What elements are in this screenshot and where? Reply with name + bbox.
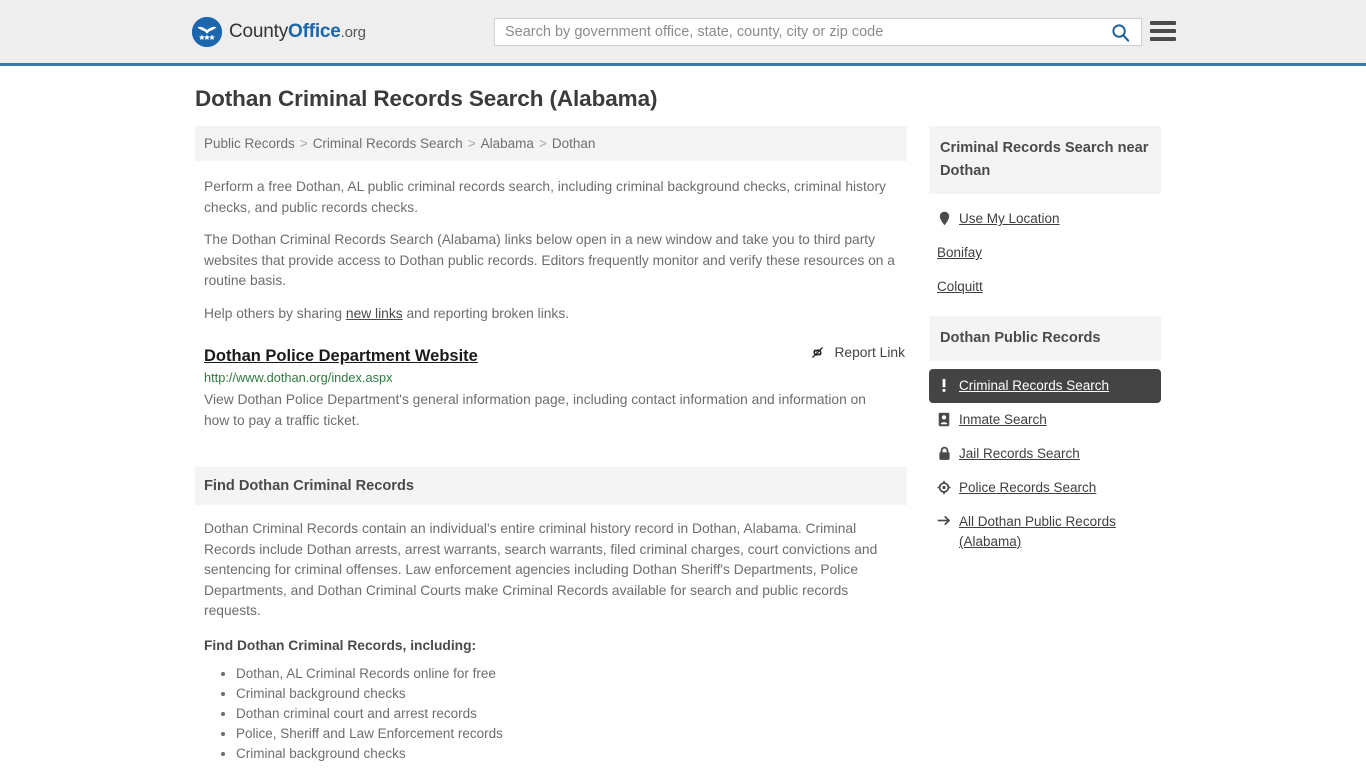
intro-paragraph-3-pre: Help others by sharing [204, 305, 346, 321]
report-link-label: Report Link [834, 345, 905, 360]
section-list: Dothan, AL Criminal Records online for f… [204, 664, 907, 764]
list-item: Criminal background checks [236, 744, 907, 764]
breadcrumb-separator-3: > [538, 136, 547, 151]
sidebar-nearby-heading: Criminal Records Search near Dothan [929, 126, 1161, 194]
sidebar-item-police-records-search[interactable]: Police Records Search [929, 471, 1161, 505]
broken-link-icon [809, 344, 826, 361]
logo-text-office: Office [288, 20, 341, 42]
sidebar-nearby-list: Use My Location Bonifay Colquitt [929, 194, 1161, 304]
section-heading: Find Dothan Criminal Records [195, 467, 907, 505]
breadcrumb-item-public-records[interactable]: Public Records [204, 136, 295, 151]
intro-paragraph-3: Help others by sharing new links and rep… [195, 304, 907, 325]
sidebar-item-label[interactable]: Jail Records Search [959, 444, 1080, 464]
sidebar-item-label[interactable]: Colquitt [937, 277, 983, 297]
search-button[interactable] [1099, 19, 1141, 45]
sidebar-item-jail-records-search[interactable]: Jail Records Search [929, 437, 1161, 471]
sidebar-item-label[interactable]: All Dothan Public Records (Alabama) [959, 512, 1153, 552]
exclamation-icon [937, 378, 951, 393]
padlock-icon [937, 446, 951, 461]
search-bar[interactable] [494, 18, 1142, 46]
breadcrumb-separator-2: > [467, 136, 476, 151]
report-link-button[interactable]: Report Link [809, 344, 907, 361]
sidebar: Criminal Records Search near Dothan Use … [929, 126, 1161, 569]
id-badge-icon [937, 412, 951, 427]
intro-text: Perform a free Dothan, AL public crimina… [195, 177, 907, 324]
result-description: View Dothan Police Department's general … [204, 392, 866, 428]
result-url: http://www.dothan.org/index.aspx [204, 370, 393, 385]
intro-paragraph-3-post: and reporting broken links. [402, 305, 570, 321]
list-item: Dothan criminal court and arrest records [236, 704, 907, 724]
sidebar-item-label[interactable]: Inmate Search [959, 410, 1047, 430]
hamburger-menu-icon[interactable] [1150, 19, 1176, 43]
section-paragraph: Dothan Criminal Records contain an indiv… [204, 521, 878, 618]
search-icon [1111, 23, 1130, 42]
sidebar-item-all-dothan-public-records[interactable]: All Dothan Public Records (Alabama) [929, 505, 1161, 559]
search-input[interactable] [495, 19, 1099, 45]
breadcrumb-item-dothan: Dothan [551, 136, 596, 151]
new-links-link[interactable]: new links [346, 306, 403, 321]
breadcrumb-separator-1: > [299, 136, 308, 151]
breadcrumb-item-alabama[interactable]: Alabama [481, 136, 534, 151]
logo-text-county: County [229, 20, 289, 42]
sidebar-item-label[interactable]: Use My Location [959, 209, 1060, 229]
hamburger-bar-1 [1150, 21, 1176, 25]
sidebar-item-colquitt[interactable]: Colquitt [929, 270, 1161, 304]
result-title-link[interactable]: Dothan Police Department Website [204, 347, 478, 366]
section-body: Dothan Criminal Records contain an indiv… [195, 505, 907, 764]
section-list-heading: Find Dothan Criminal Records, including: [204, 637, 477, 653]
hamburger-bar-3 [1150, 37, 1176, 41]
intro-paragraph-2: The Dothan Criminal Records Search (Alab… [204, 232, 895, 288]
sidebar-item-label[interactable]: Bonifay [937, 243, 982, 263]
site-logo[interactable]: CountyOffice.org [192, 16, 366, 47]
sidebar-item-criminal-records-search[interactable]: Criminal Records Search [929, 369, 1161, 403]
site-header: CountyOffice.org [0, 0, 1366, 66]
police-badge-icon [937, 480, 951, 495]
sidebar-item-use-my-location[interactable]: Use My Location [929, 202, 1161, 236]
sidebar-public-records-heading: Dothan Public Records [929, 316, 1161, 361]
sidebar-item-inmate-search[interactable]: Inmate Search [929, 403, 1161, 437]
breadcrumb-item-criminal-records-search[interactable]: Criminal Records Search [313, 136, 463, 151]
sidebar-public-records-list: Criminal Records Search Inmate Search Ja… [929, 361, 1161, 559]
result-header-row: Dothan Police Department Website Report … [204, 344, 907, 366]
content-columns: Public Records > Criminal Records Search > A… [195, 126, 1171, 764]
breadcrumb: Public Records > Criminal Records Search > A… [195, 126, 907, 161]
map-pin-icon [937, 211, 951, 226]
intro-paragraph-1: Perform a free Dothan, AL public crimina… [204, 179, 886, 215]
sidebar-item-label[interactable]: Criminal Records Search [959, 376, 1109, 396]
arrow-right-icon [937, 514, 951, 527]
logo-text-org: .org [340, 23, 366, 41]
eagle-shield-logo-icon [192, 16, 222, 47]
logo-wordmark: CountyOffice.org [229, 21, 366, 43]
page-container: Dothan Criminal Records Search (Alabama)… [195, 66, 1171, 764]
list-item: Police, Sheriff and Law Enforcement reco… [236, 724, 907, 744]
page-title: Dothan Criminal Records Search (Alabama) [195, 86, 658, 111]
sidebar-public-records-box: Dothan Public Records Criminal Records S… [929, 316, 1161, 559]
hamburger-bar-2 [1150, 29, 1176, 33]
sidebar-item-label[interactable]: Police Records Search [959, 478, 1096, 498]
main-column: Public Records > Criminal Records Search > A… [195, 126, 907, 764]
list-item: Criminal background checks [236, 684, 907, 704]
sidebar-nearby-box: Criminal Records Search near Dothan Use … [929, 126, 1161, 304]
list-item: Dothan, AL Criminal Records online for f… [236, 664, 907, 684]
sidebar-item-bonifay[interactable]: Bonifay [929, 236, 1161, 270]
result-item: Dothan Police Department Website Report … [195, 344, 907, 431]
